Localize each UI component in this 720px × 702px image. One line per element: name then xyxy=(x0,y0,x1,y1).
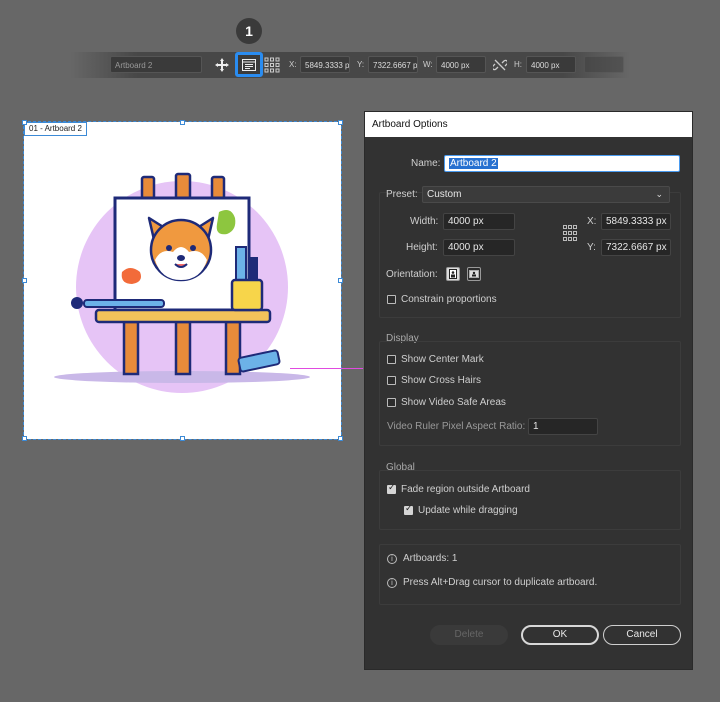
resize-handle-b[interactable] xyxy=(180,436,185,441)
preset-label: Preset: xyxy=(386,189,418,200)
resize-handle-t[interactable] xyxy=(180,120,185,125)
width-input[interactable]: 4000 px xyxy=(443,213,515,230)
y-label: Y: xyxy=(357,60,365,69)
shiba-easel-illustration xyxy=(54,172,310,393)
artboard-canvas[interactable] xyxy=(23,121,342,440)
link-icon[interactable] xyxy=(490,55,510,75)
height-input[interactable]: 4000 px xyxy=(443,239,515,256)
video-ratio-label: Video Ruler Pixel Aspect Ratio: xyxy=(387,421,526,432)
resize-handle-tl[interactable] xyxy=(22,120,27,125)
resize-handle-l[interactable] xyxy=(22,278,27,283)
portrait-button[interactable] xyxy=(446,267,460,281)
h-field[interactable]: 4000 px xyxy=(526,56,576,73)
artboard-options-dialog: Artboard Options Name: Artboard 2 Preset… xyxy=(364,111,693,670)
portrait-icon xyxy=(449,269,457,279)
reference-point-icon[interactable] xyxy=(563,225,577,246)
orientation-label: Orientation: xyxy=(386,269,438,280)
reference-point-icon[interactable] xyxy=(262,55,282,75)
x-field[interactable]: 5849.3333 p xyxy=(300,56,350,73)
artboard-options-icon xyxy=(242,58,256,71)
cross-hairs-label: Show Cross Hairs xyxy=(401,375,482,386)
w-field[interactable]: 4000 px xyxy=(436,56,486,73)
fade-region-checkbox[interactable] xyxy=(387,483,396,494)
global-group xyxy=(379,470,681,530)
x-label: X: xyxy=(289,60,297,69)
center-mark-label: Show Center Mark xyxy=(401,354,484,365)
alt-drag-hint: Press Alt+Drag cursor to duplicate artbo… xyxy=(403,577,598,588)
x-label: X: xyxy=(587,216,597,227)
info-icon: i xyxy=(387,554,397,564)
resize-handle-tr[interactable] xyxy=(338,120,343,125)
ok-button[interactable]: OK xyxy=(521,625,599,645)
video-ratio-input[interactable]: 1 xyxy=(528,418,598,435)
y-label: Y: xyxy=(587,242,596,253)
resize-handle-r[interactable] xyxy=(338,278,343,283)
height-label: Height: xyxy=(406,242,438,253)
control-toolbar: Artboard 2 X: 5849.3333 p Y: 7322.6667 p… xyxy=(70,52,630,78)
smart-guide-line xyxy=(290,368,363,369)
video-safe-label: Show Video Safe Areas xyxy=(401,397,506,408)
constrain-checkbox[interactable] xyxy=(387,295,396,304)
constrain-label: Constrain proportions xyxy=(401,294,497,305)
artboard-options-button[interactable] xyxy=(235,52,263,77)
w-label: W: xyxy=(423,60,433,69)
artboard-name-field[interactable]: Artboard 2 xyxy=(110,56,202,73)
h-label: H: xyxy=(514,60,522,69)
landscape-button[interactable] xyxy=(467,267,481,281)
x-input[interactable]: 5849.3333 px xyxy=(601,213,671,230)
preset-select[interactable]: Custom ⌄ xyxy=(422,186,670,203)
extra-field xyxy=(584,56,624,73)
chevron-down-icon: ⌄ xyxy=(655,189,663,199)
y-input[interactable]: 7322.6667 px xyxy=(601,239,671,256)
landscape-icon xyxy=(469,270,479,278)
artboard-label: 01 - Artboard 2 xyxy=(24,122,87,136)
cancel-button[interactable]: Cancel xyxy=(603,625,681,645)
step-badge: 1 xyxy=(236,18,262,44)
center-mark-checkbox[interactable] xyxy=(387,355,396,364)
delete-button[interactable]: Delete xyxy=(430,625,508,645)
name-value: Artboard 2 xyxy=(449,158,498,169)
update-dragging-label: Update while dragging xyxy=(418,505,518,516)
width-label: Width: xyxy=(410,216,439,227)
resize-handle-bl[interactable] xyxy=(22,436,27,441)
video-safe-checkbox[interactable] xyxy=(387,398,396,407)
name-input[interactable]: Artboard 2 xyxy=(444,155,680,172)
artboards-count: Artboards: 1 xyxy=(403,553,458,564)
move-artwork-icon[interactable] xyxy=(212,55,232,75)
fade-region-label: Fade region outside Artboard xyxy=(401,484,530,495)
resize-handle-br[interactable] xyxy=(338,436,343,441)
update-dragging-checkbox[interactable] xyxy=(404,504,413,515)
cross-hairs-checkbox[interactable] xyxy=(387,376,396,385)
info-icon: i xyxy=(387,578,397,588)
y-field[interactable]: 7322.6667 p xyxy=(368,56,418,73)
dialog-title: Artboard Options xyxy=(365,112,692,137)
name-label: Name: xyxy=(411,158,441,169)
